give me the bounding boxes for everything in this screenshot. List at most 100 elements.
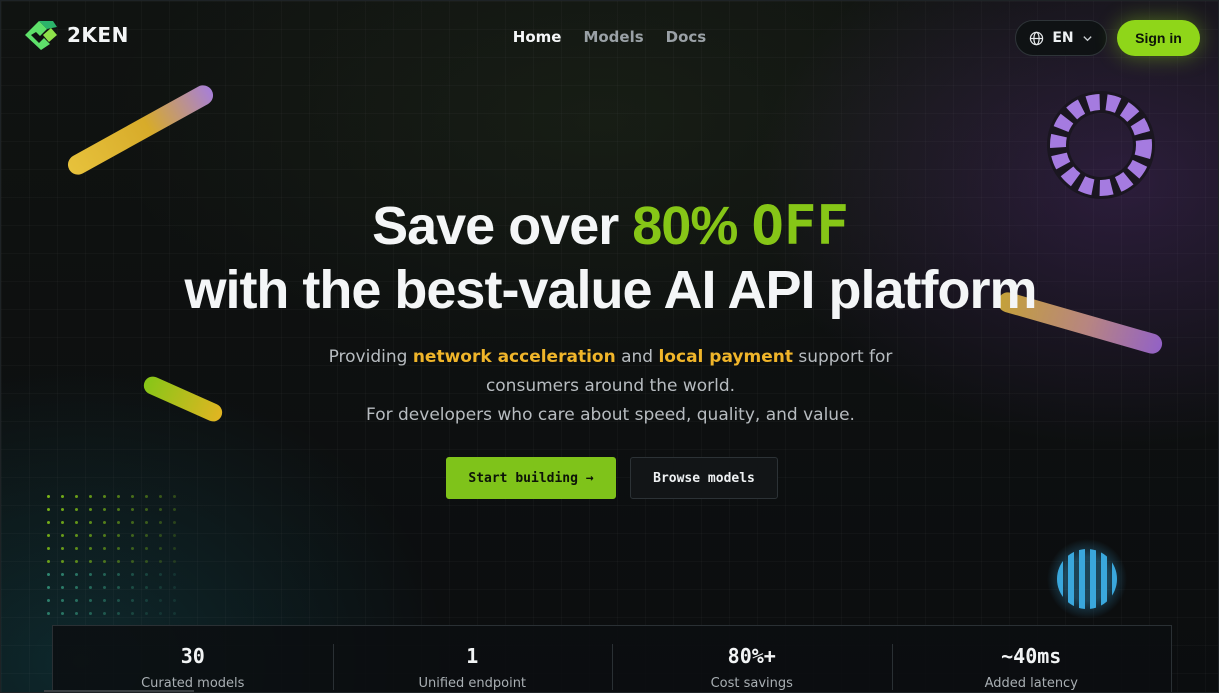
decor-pill-yellow-purple [64, 81, 217, 179]
decor-dot [159, 573, 162, 576]
decor-dot [131, 599, 134, 602]
stat-value: ~40ms [1001, 644, 1062, 668]
decor-dot [47, 612, 50, 615]
decor-dot [117, 573, 120, 576]
decor-dot [61, 560, 64, 563]
decor-dot [131, 586, 134, 589]
decor-dot [145, 495, 148, 498]
decor-dot [89, 586, 92, 589]
decor-dot [103, 586, 106, 589]
decor-dot [173, 508, 176, 511]
decor-dot [131, 547, 134, 550]
decor-dot [173, 534, 176, 537]
decor-dot [173, 612, 176, 615]
decor-dot [145, 560, 148, 563]
decor-dot [145, 534, 148, 537]
nav-docs[interactable]: Docs [666, 28, 707, 46]
decor-dot [117, 534, 120, 537]
hero-subtitle-line3: For developers who care about speed, qua… [366, 405, 855, 425]
decor-dot [131, 573, 134, 576]
stat-label: Cost savings [710, 676, 793, 691]
hero-title-line2: with the best-value AI API platform [184, 260, 1037, 320]
decor-dot [75, 599, 78, 602]
browse-models-button[interactable]: Browse models [630, 457, 778, 499]
decor-dot [47, 560, 50, 563]
decor-dot [103, 547, 106, 550]
decor-dot [61, 547, 64, 550]
decor-dot [75, 560, 78, 563]
decor-dot [159, 560, 162, 563]
decor-dot [75, 573, 78, 576]
decor-dot [159, 521, 162, 524]
decor-dot [47, 521, 50, 524]
decor-dot [159, 599, 162, 602]
decor-dot [61, 495, 64, 498]
highlight-local-payment: local payment [658, 347, 793, 367]
decor-dot [61, 586, 64, 589]
language-selector[interactable]: EN [1015, 20, 1107, 56]
decor-dashed-ring [1047, 91, 1155, 199]
decor-dot [117, 521, 120, 524]
decor-dot [75, 495, 78, 498]
stat-added-latency: ~40ms Added latency [891, 626, 1172, 692]
decor-dot [117, 599, 120, 602]
start-building-button[interactable]: Start building → [446, 457, 616, 499]
decor-dot [75, 508, 78, 511]
decor-dot [145, 508, 148, 511]
sub1-mid: and [615, 347, 659, 367]
decor-dot [145, 573, 148, 576]
decor-dot [103, 495, 106, 498]
stat-label: Curated models [141, 676, 245, 691]
decor-dot [103, 560, 106, 563]
stat-label: Unified endpoint [418, 676, 527, 691]
decor-dot [117, 586, 120, 589]
decor-dot [131, 508, 134, 511]
decor-dot [47, 495, 50, 498]
decor-dot [89, 495, 92, 498]
decor-dot [61, 534, 64, 537]
chevron-down-icon [1082, 35, 1092, 41]
decor-dot [131, 534, 134, 537]
decor-dot [159, 495, 162, 498]
decor-striped-orb [1047, 539, 1127, 619]
nav-models[interactable]: Models [583, 28, 643, 46]
decor-dot [89, 560, 92, 563]
sub1-pre: Providing [328, 347, 413, 367]
decor-dot [103, 599, 106, 602]
hero-title-off: OFF [751, 194, 849, 257]
hero-title-line1: Save over 80% OFF [1, 194, 1218, 257]
decor-dot [47, 586, 50, 589]
decor-dot [103, 508, 106, 511]
decor-dot [117, 560, 120, 563]
decor-dot [173, 547, 176, 550]
decor-dot [75, 534, 78, 537]
decor-dot [47, 547, 50, 550]
stat-cost-savings: 80%+ Cost savings [612, 626, 892, 692]
decor-dot [145, 612, 148, 615]
decor-dot [173, 521, 176, 524]
decor-dot [47, 573, 50, 576]
hero-subtitle-line1: Providing network acceleration and local… [1, 343, 1218, 372]
nav-home[interactable]: Home [513, 28, 562, 46]
decor-dot [61, 573, 64, 576]
decor-dot [47, 508, 50, 511]
stats-bar: 30 Curated models 1 Unified endpoint 80%… [52, 625, 1172, 692]
decor-dot [173, 560, 176, 563]
stat-curated-models: 30 Curated models [53, 626, 333, 692]
highlight-network-acceleration: network acceleration [412, 347, 616, 367]
hero-title-prefix: Save over [372, 196, 633, 256]
decor-dot [103, 612, 106, 615]
decor-dot [131, 612, 134, 615]
decor-dot [75, 586, 78, 589]
decor-dot [173, 495, 176, 498]
decor-dot [61, 599, 64, 602]
decor-dot [61, 508, 64, 511]
decor-dot [159, 508, 162, 511]
decor-dot-grid [47, 495, 187, 625]
stat-value: 1 [466, 644, 479, 668]
decor-dot [103, 573, 106, 576]
sub1-post: support for [792, 347, 893, 367]
stat-label: Added latency [984, 676, 1078, 691]
decor-dot [75, 547, 78, 550]
signin-button[interactable]: Sign in [1117, 20, 1200, 56]
